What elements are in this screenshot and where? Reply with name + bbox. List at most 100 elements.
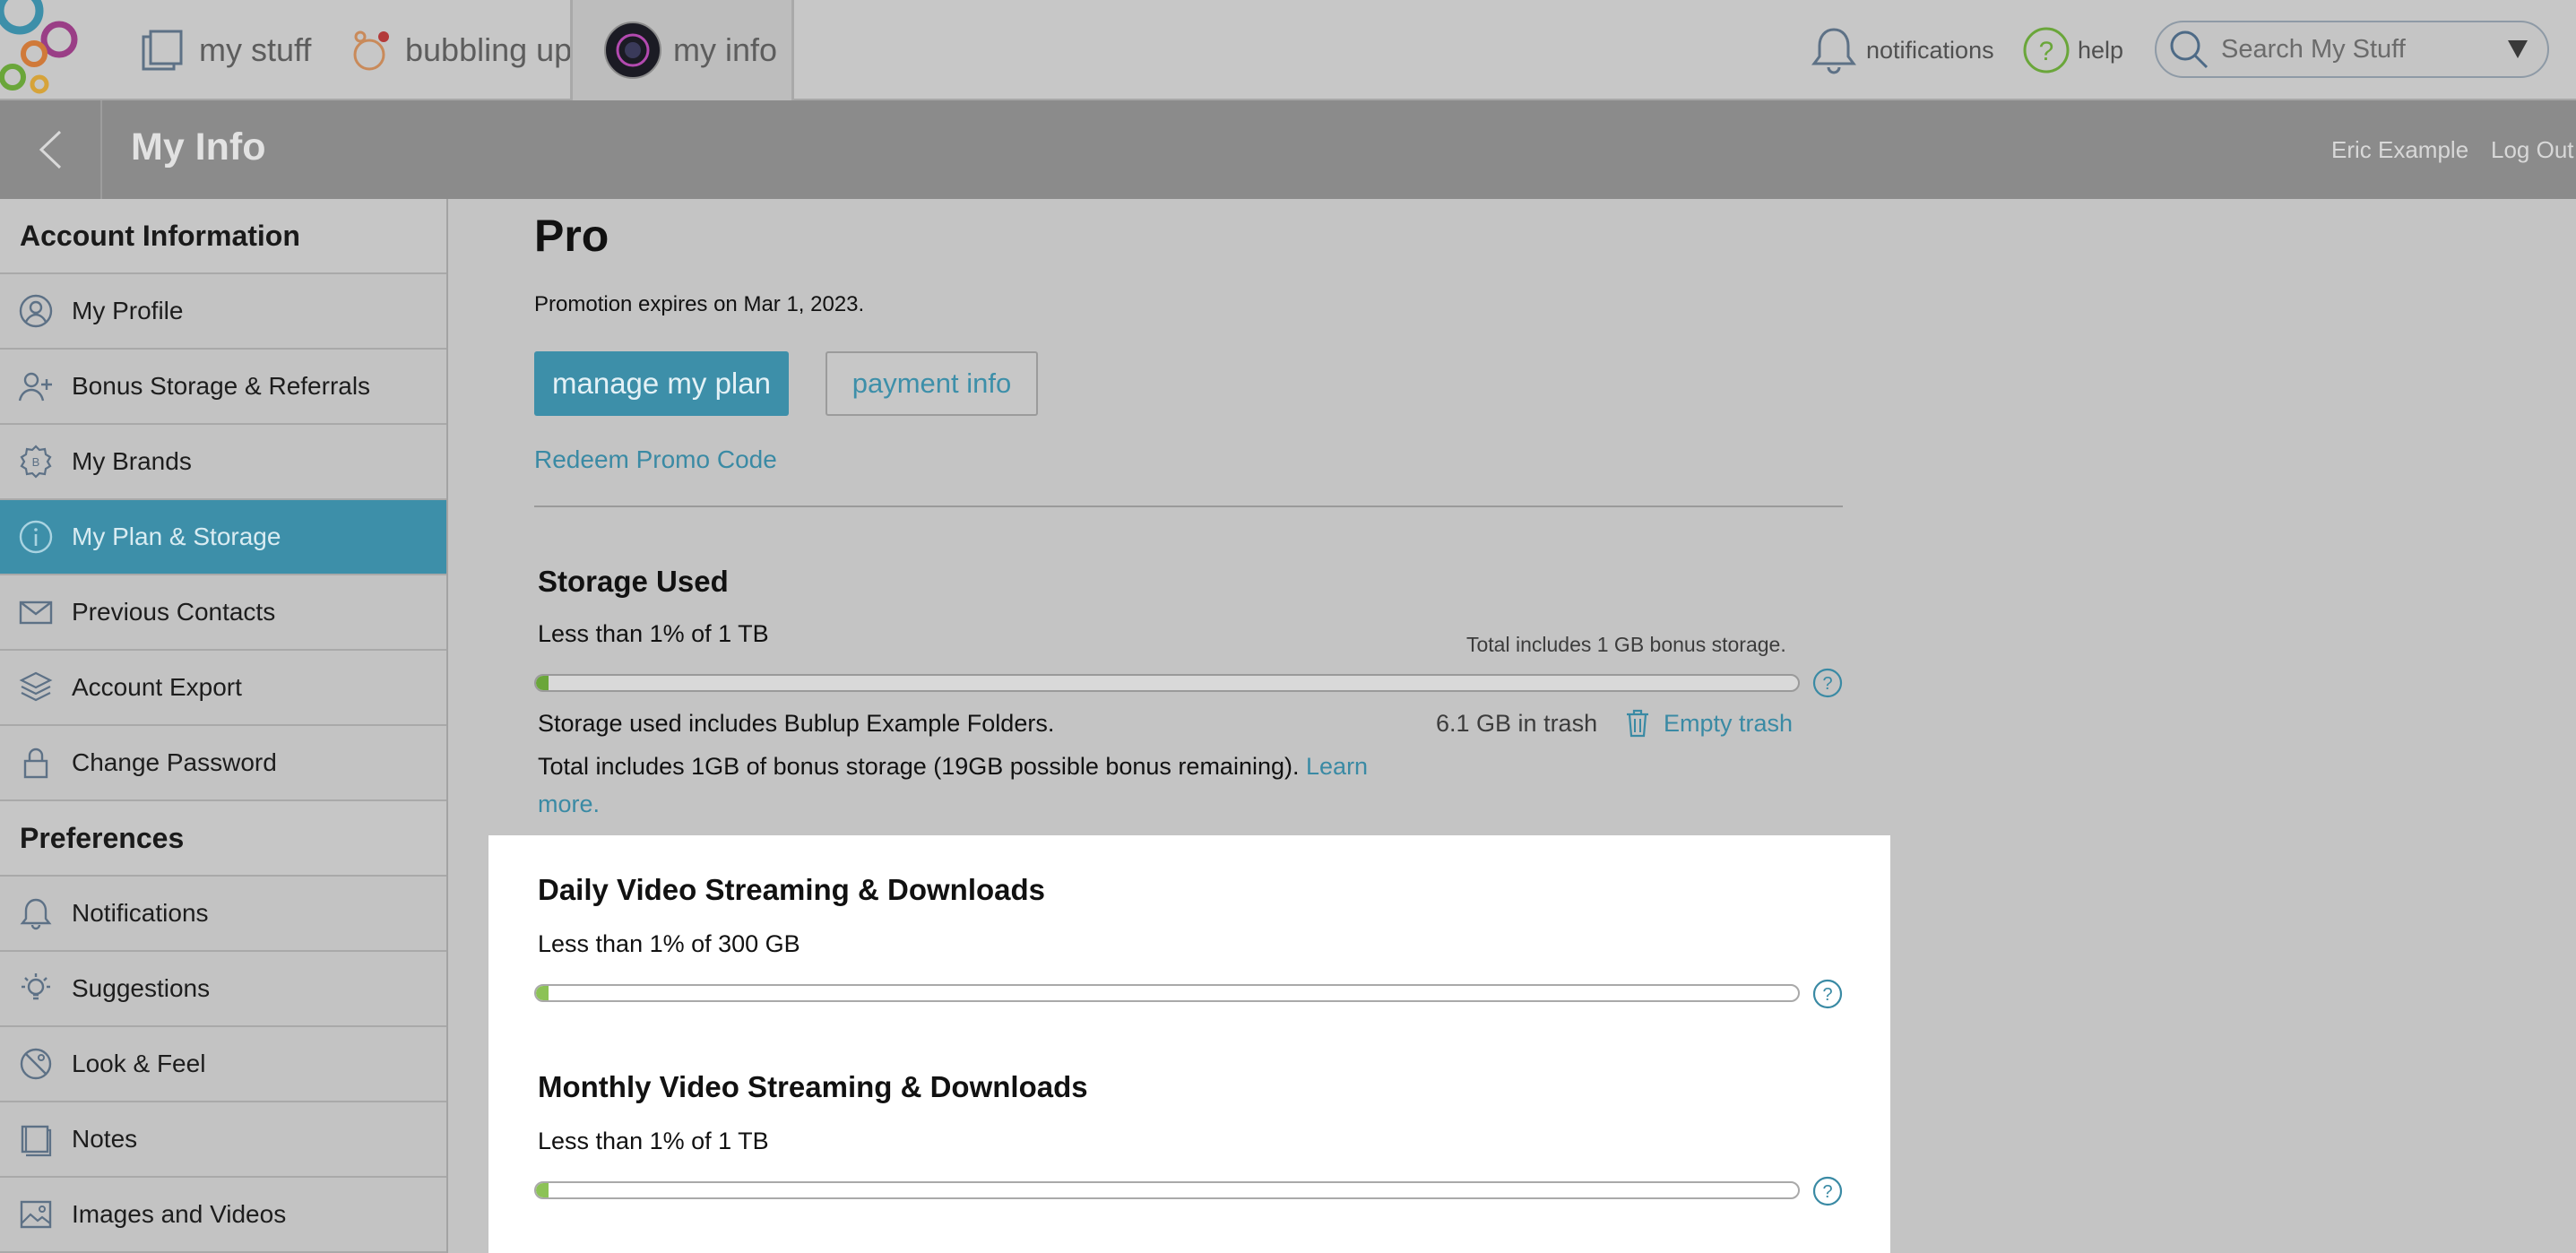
sidebar-item-label: Notes bbox=[72, 1125, 138, 1153]
sidebar-item-my-brands[interactable]: B My Brands bbox=[0, 425, 446, 500]
bonus-storage-note: Total includes 1 GB bonus storage. bbox=[1466, 633, 1786, 656]
palette-icon bbox=[18, 1046, 54, 1082]
notifications-button[interactable]: notifications bbox=[1811, 0, 1994, 100]
sidebar-item-my-plan-storage[interactable]: My Plan & Storage bbox=[0, 500, 446, 575]
layers-icon bbox=[18, 670, 54, 705]
sidebar-item-account-export[interactable]: Account Export bbox=[0, 651, 446, 726]
tab-my-stuff[interactable]: my stuff bbox=[140, 0, 311, 100]
sidebar-item-label: Previous Contacts bbox=[72, 598, 276, 626]
monthly-streaming-progress-fill bbox=[536, 1183, 549, 1197]
storage-progress-fill bbox=[536, 676, 549, 690]
monthly-streaming-title: Monthly Video Streaming & Downloads bbox=[538, 1070, 1088, 1103]
storage-help-icon[interactable]: ? bbox=[1812, 668, 1843, 698]
storage-progress-bar bbox=[534, 674, 1800, 692]
svg-text:?: ? bbox=[1822, 1182, 1832, 1202]
bell-icon bbox=[18, 895, 54, 931]
tab-my-info[interactable]: my info bbox=[570, 0, 794, 100]
bell-icon bbox=[1811, 24, 1857, 76]
back-button[interactable] bbox=[0, 100, 102, 199]
add-user-icon bbox=[18, 368, 54, 404]
sidebar-item-suggestions[interactable]: Suggestions bbox=[0, 952, 446, 1027]
section-header-account-information: Account Information bbox=[0, 199, 446, 274]
image-icon bbox=[18, 1197, 54, 1232]
svg-text:?: ? bbox=[1822, 985, 1832, 1005]
search-input[interactable] bbox=[2221, 34, 2499, 65]
sidebar-item-images-and-videos[interactable]: Images and Videos bbox=[0, 1178, 446, 1253]
tab-label: bubbling up bbox=[405, 31, 573, 68]
daily-streaming-progress-fill bbox=[536, 986, 549, 1000]
lightbulb-icon bbox=[18, 971, 54, 1007]
sidebar-item-label: Account Export bbox=[72, 673, 242, 701]
daily-streaming-title: Daily Video Streaming & Downloads bbox=[538, 873, 1046, 906]
notifications-label: notifications bbox=[1866, 36, 1994, 64]
daily-streaming-help-icon[interactable]: ? bbox=[1812, 979, 1843, 1009]
sidebar-item-label: My Brands bbox=[72, 447, 192, 475]
sidebar-item-label: Look & Feel bbox=[72, 1050, 206, 1077]
sidebar-item-bonus-storage-referrals[interactable]: Bonus Storage & Referrals bbox=[0, 350, 446, 425]
sidebar-item-label: My Plan & Storage bbox=[72, 523, 281, 550]
tab-label: my stuff bbox=[199, 31, 312, 68]
svg-text:B: B bbox=[32, 455, 40, 469]
redeem-promo-code-link[interactable]: Redeem Promo Code bbox=[534, 445, 777, 474]
promotion-expiry-text: Promotion expires on Mar 1, 2023. bbox=[534, 292, 865, 316]
chevron-left-icon bbox=[37, 129, 64, 170]
svg-text:?: ? bbox=[1822, 674, 1832, 694]
daily-streaming-usage-text: Less than 1% of 300 GB bbox=[538, 930, 800, 957]
sidebar-item-label: Bonus Storage & Referrals bbox=[72, 372, 371, 400]
section-header-preferences: Preferences bbox=[0, 801, 446, 877]
lock-icon bbox=[18, 745, 54, 781]
manage-my-plan-button[interactable]: manage my plan bbox=[534, 351, 789, 416]
tab-bubbling-up[interactable]: bubbling up bbox=[351, 0, 572, 100]
empty-trash-button[interactable]: Empty trash bbox=[1624, 708, 1793, 739]
dropdown-arrow-icon[interactable] bbox=[2506, 35, 2529, 62]
video-streaming-panel: Daily Video Streaming & Downloads Less t… bbox=[488, 835, 1890, 1253]
sidebar-item-notes[interactable]: Notes bbox=[0, 1102, 446, 1178]
help-button[interactable]: ? help bbox=[2022, 0, 2123, 100]
tab-label: my info bbox=[673, 31, 778, 68]
sidebar-item-notifications[interactable]: Notifications bbox=[0, 877, 446, 952]
help-label: help bbox=[2078, 36, 2124, 64]
sidebar-item-look-feel[interactable]: Look & Feel bbox=[0, 1027, 446, 1102]
top-navigation-bar: my stuff bubbling up my info notificatio… bbox=[0, 0, 2576, 100]
monthly-streaming-progress-bar bbox=[534, 1181, 1800, 1199]
sidebar-item-change-password[interactable]: Change Password bbox=[0, 726, 446, 801]
search-icon bbox=[2167, 28, 2210, 71]
envelope-icon bbox=[18, 594, 54, 630]
sidebar-item-label: My Profile bbox=[72, 297, 184, 324]
sidebar-item-my-profile[interactable]: My Profile bbox=[0, 274, 446, 350]
trash-size-text: 6.1 GB in trash bbox=[1436, 710, 1598, 737]
sidebar-item-previous-contacts[interactable]: Previous Contacts bbox=[0, 575, 446, 651]
avatar bbox=[603, 21, 662, 80]
empty-trash-label: Empty trash bbox=[1664, 709, 1794, 737]
monthly-streaming-help-icon[interactable]: ? bbox=[1812, 1176, 1843, 1206]
sidebar-item-label: Suggestions bbox=[72, 974, 211, 1002]
storage-used-title: Storage Used bbox=[538, 565, 729, 598]
bonus-storage-text: Total includes 1GB of bonus storage (19G… bbox=[538, 747, 1434, 823]
folders-icon bbox=[140, 26, 188, 74]
sidebar-item-label: Images and Videos bbox=[72, 1200, 287, 1228]
log-out-link[interactable]: Log Out bbox=[2491, 136, 2574, 164]
svg-text:?: ? bbox=[2039, 37, 2054, 66]
bubbles-icon bbox=[351, 26, 394, 74]
payment-info-button[interactable]: payment info bbox=[826, 351, 1038, 416]
page-title: My Info bbox=[131, 125, 266, 169]
bublup-logo[interactable] bbox=[0, 0, 85, 94]
daily-streaming-progress-bar bbox=[534, 984, 1800, 1002]
notebook-icon bbox=[18, 1121, 54, 1157]
user-icon bbox=[18, 293, 54, 329]
sidebar-item-label: Change Password bbox=[72, 748, 277, 776]
help-icon: ? bbox=[2022, 26, 2070, 74]
info-icon bbox=[18, 519, 54, 555]
brand-badge-icon: B bbox=[18, 444, 54, 480]
storage-usage-text: Less than 1% of 1 TB bbox=[538, 620, 769, 647]
storage-includes-text: Storage used includes Bublup Example Fol… bbox=[538, 710, 1055, 737]
monthly-streaming-usage-text: Less than 1% of 1 TB bbox=[538, 1128, 769, 1154]
user-name-link[interactable]: Eric Example bbox=[2331, 136, 2468, 164]
search-box[interactable] bbox=[2155, 21, 2549, 78]
sidebar-item-label: Notifications bbox=[72, 899, 209, 927]
section-divider bbox=[534, 506, 1843, 507]
trash-icon bbox=[1624, 708, 1651, 739]
page-header: My Info Eric Example Log Out bbox=[0, 100, 2576, 199]
bonus-storage-sentence: Total includes 1GB of bonus storage (19G… bbox=[538, 753, 1300, 780]
plan-name: Pro bbox=[534, 211, 609, 261]
